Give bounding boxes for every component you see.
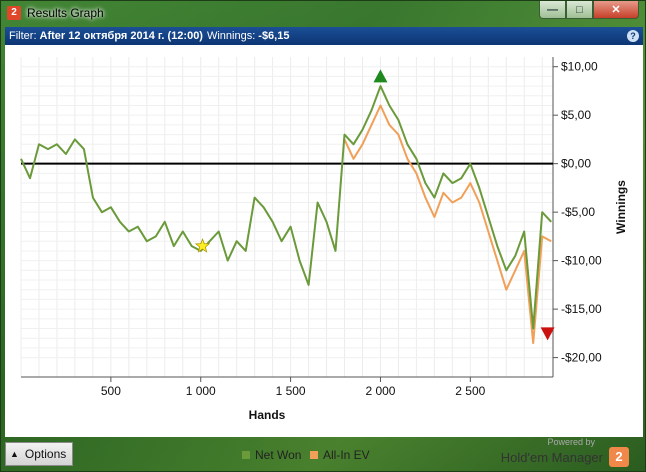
filter-prefix: Filter:	[9, 30, 37, 42]
x-tick-label: 500	[101, 384, 121, 398]
triangle-up-icon: ▲	[10, 449, 19, 459]
legend-label: Net Won	[255, 448, 302, 462]
app-icon: 2	[7, 6, 21, 20]
maximize-button[interactable]: □	[566, 1, 593, 19]
legend-label: All-In EV	[323, 448, 370, 462]
options-label: Options	[24, 447, 67, 461]
x-tick-label: 2 000	[365, 384, 395, 398]
winnings-label: Winnings:	[206, 30, 256, 42]
filter-value: After 12 октября 2014 г. (12:00)	[39, 30, 203, 42]
max-marker-triangle-up	[373, 69, 388, 83]
x-axis-label: Hands	[249, 408, 286, 422]
series-line-all-in-ev	[343, 104, 552, 345]
results-graph-window: 2 Results Graph — □ ✕ Filter: After 12 о…	[0, 0, 646, 472]
x-tick-label: 1 000	[186, 384, 216, 398]
y-tick-label: -$10,00	[561, 254, 602, 268]
y-tick-label: -$15,00	[561, 302, 602, 316]
window-title: Results Graph	[27, 6, 104, 20]
brand: Powered by Hold'em Manager 2	[501, 437, 629, 467]
y-tick-label: $5,00	[561, 108, 591, 122]
options-button[interactable]: ▲ Options	[5, 442, 73, 466]
y-tick-label: $10,00	[561, 60, 598, 74]
legend-swatch	[242, 451, 250, 459]
legend-item-all-in-ev: All-In EV	[310, 448, 370, 462]
legend-item-net-won: Net Won	[242, 448, 301, 462]
x-tick-label: 2 500	[455, 384, 485, 398]
window-controls: — □ ✕	[539, 1, 639, 19]
legend-swatch	[310, 451, 318, 459]
title-bar[interactable]: 2 Results Graph — □ ✕	[1, 1, 645, 25]
brand-name: Hold'em Manager	[500, 449, 603, 465]
y-axis-label: Winnings	[614, 180, 628, 234]
plot-area: 500 1 000 1 500 2 000 2 500 $10,00 $5,00 $0,00 -…	[5, 45, 643, 437]
powered-by: Powered by	[547, 437, 595, 447]
series-line-net-won	[20, 85, 552, 330]
y-tick-label: -$20,00	[561, 351, 602, 365]
close-button[interactable]: ✕	[593, 1, 639, 19]
help-icon[interactable]: ?	[627, 30, 639, 42]
y-tick-label: -$5,00	[561, 205, 595, 219]
filter-bar: Filter: After 12 октября 2014 г. (12:00)…	[5, 27, 643, 45]
winnings-value: -$6,15	[258, 30, 290, 42]
y-tick-label: $0,00	[561, 157, 591, 171]
hm-logo-icon: 2	[609, 447, 629, 467]
minimize-button[interactable]: —	[539, 1, 566, 19]
results-chart: 500 1 000 1 500 2 000 2 500 $10,00 $5,00 $0,00 -…	[20, 57, 628, 422]
x-tick-label: 1 500	[276, 384, 306, 398]
